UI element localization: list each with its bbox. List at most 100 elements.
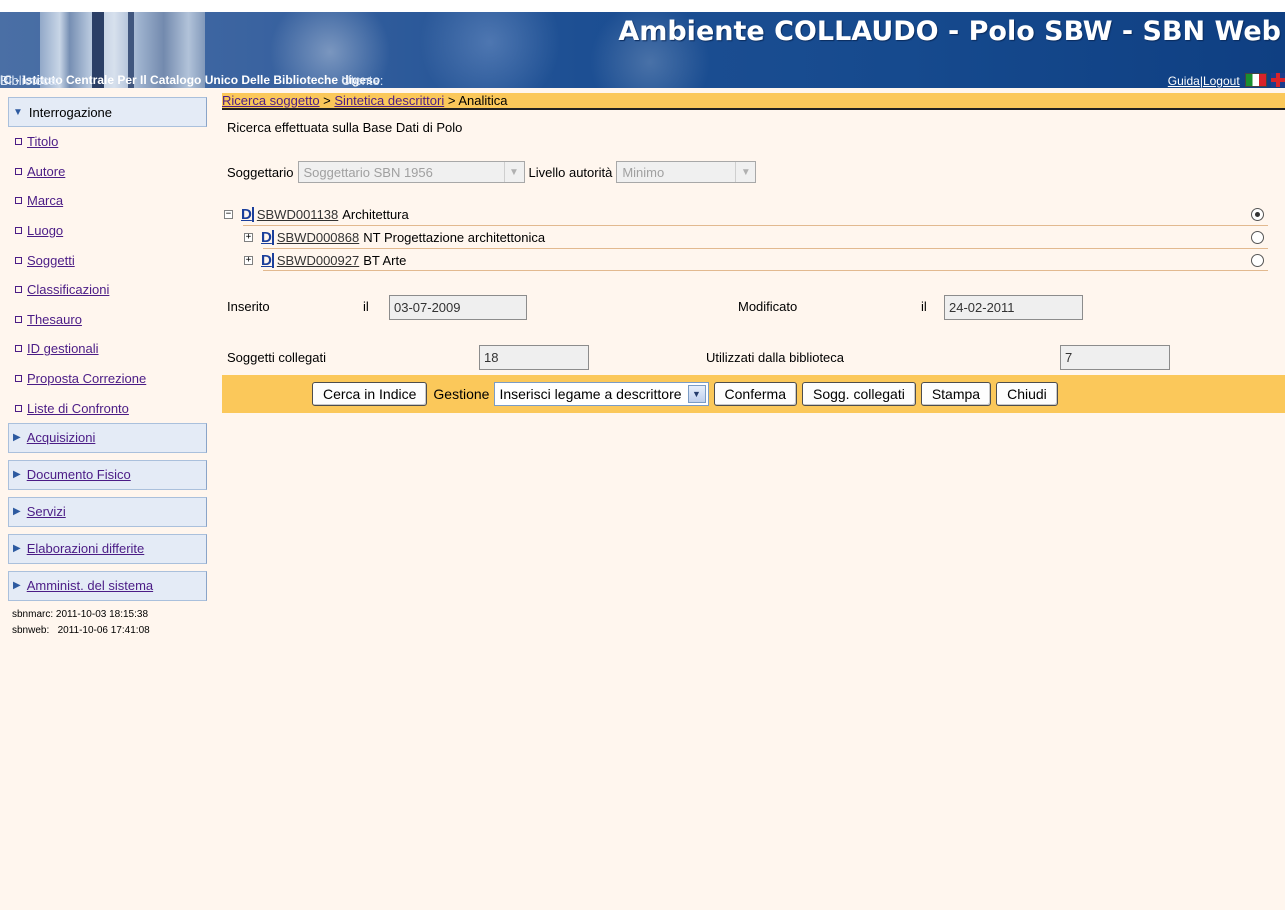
breadcrumb-separator: > [444, 93, 459, 108]
square-bullet-icon [15, 197, 22, 205]
sidebar-item-label[interactable]: ID gestionali [27, 341, 99, 356]
inserito-il-label: il [363, 299, 369, 314]
header-banner: Ambiente COLLAUDO - Polo SBW - SBN Web B… [0, 12, 1285, 88]
stamp-sbnweb: sbnweb: 2011-10-06 17:41:08 [12, 624, 150, 636]
utilizzati-label: Utilizzati dalla biblioteca [706, 350, 845, 365]
soggettario-row: Soggettario Soggettario SBN 1956 ▼ Livel… [227, 161, 760, 183]
tree-row-radio[interactable] [1251, 231, 1264, 244]
soggettario-label: Soggettario [227, 164, 294, 180]
sidebar-section-label: Interrogazione [28, 104, 113, 120]
tree-row-divider [263, 248, 1268, 249]
breadcrumb: Ricerca soggetto > Sintetica descrittori… [222, 93, 1285, 110]
breadcrumb-ricerca-soggetto[interactable]: Ricerca soggetto [222, 93, 320, 108]
sidebar-item-label[interactable]: Soggetti [27, 253, 75, 268]
sidebar-section-label[interactable]: Documento Fisico [27, 467, 131, 482]
livello-autorita-select: Minimo ▼ [616, 161, 757, 183]
tree-row-radio-selected[interactable] [1251, 208, 1264, 221]
sidebar-item-luogo[interactable]: Luogo [0, 216, 207, 246]
sidebar-item-liste-di-confronto[interactable]: Liste di Confronto [0, 393, 207, 423]
square-bullet-icon [15, 227, 22, 235]
breadcrumb-separator: > [319, 93, 335, 108]
square-bullet-icon [15, 138, 22, 146]
session-info: Biblioteca: IC - Istituto Centrale Per I… [0, 73, 384, 88]
sidebar-item-label[interactable]: Luogo [27, 223, 63, 238]
stamp-sbnmarc: sbnmarc: 2011-10-03 18:15:38 [12, 608, 149, 620]
expand-icon[interactable]: + [244, 232, 253, 242]
sidebar-item-label[interactable]: Autore [27, 164, 65, 179]
italian-flag-icon[interactable] [1245, 73, 1267, 87]
triangle-right-icon: ▶ [13, 469, 21, 481]
inserito-field: 03-07-2009 [389, 295, 527, 320]
conferma-button[interactable]: Conferma [713, 382, 797, 406]
collapse-icon[interactable]: − [224, 209, 233, 219]
sidebar-section-elaborazioni-differite[interactable]: ▶ Elaborazioni differite [8, 533, 207, 564]
breadcrumb-current: Analitica [458, 93, 508, 108]
stampa-button[interactable]: Stampa [920, 382, 992, 406]
chevron-down-icon[interactable]: ▼ [687, 385, 706, 403]
descriptor-d-icon[interactable]: D [241, 206, 252, 223]
sidebar-item-label[interactable]: Proposta Correzione [27, 371, 146, 386]
utilizzati-field: 7 [1060, 345, 1170, 370]
tree-row-child-1: + D SBWD000868 NT Progettazione architet… [244, 226, 545, 248]
sidebar-item-label[interactable]: Marca [27, 193, 63, 208]
sidebar-section-interrogazione[interactable]: ▼ Interrogazione [8, 97, 207, 127]
triangle-down-icon: ▼ [13, 106, 23, 118]
square-bullet-icon [15, 404, 22, 412]
guida-link[interactable]: Guida [1168, 74, 1200, 88]
tree-row-radio[interactable] [1251, 254, 1264, 267]
sidebar-section-label[interactable]: Elaborazioni differite [27, 541, 145, 556]
soggettario-value: Soggettario SBN 1956 [303, 164, 433, 180]
sidebar-item-label[interactable]: Liste di Confronto [27, 401, 129, 416]
logout-link[interactable]: Logout [1203, 74, 1240, 88]
livello-autorita-label: Livello autorità [528, 164, 613, 180]
sidebar-section-amminist-del-sistema[interactable]: ▶ Amminist. del sistema [8, 570, 207, 601]
descriptor-bar-icon [271, 252, 274, 268]
sidebar-section-label[interactable]: Acquisizioni [27, 430, 96, 445]
chiudi-button[interactable]: Chiudi [996, 382, 1058, 406]
sidebar-section-label[interactable]: Amminist. del sistema [27, 578, 153, 593]
sidebar-item-label[interactable]: Classificazioni [27, 282, 109, 297]
square-bullet-icon [15, 286, 22, 294]
soggetti-collegati-label: Soggetti collegati [227, 350, 327, 365]
descriptor-d-icon[interactable]: D [261, 229, 272, 246]
sogg-collegati-button[interactable]: Sogg. collegati [801, 382, 916, 406]
triangle-right-icon: ▶ [13, 432, 21, 444]
descriptor-code-link[interactable]: SBWD001138 [257, 207, 338, 222]
soggetti-collegati-field: 18 [479, 345, 589, 370]
utente-label: Utente: [341, 73, 384, 88]
sidebar: ▼ Interrogazione Titolo Autore Marca Luo… [0, 97, 207, 639]
sidebar-section-documento-fisico[interactable]: ▶ Documento Fisico [8, 459, 207, 490]
sidebar-item-marca[interactable]: Marca [0, 186, 207, 216]
expand-icon[interactable]: + [244, 255, 253, 265]
gestione-select[interactable]: Inserisci legame a descrittore ▼ [494, 382, 709, 406]
descriptor-code-link[interactable]: SBWD000927 [277, 253, 359, 268]
sidebar-section-label[interactable]: Servizi [27, 504, 66, 519]
sidebar-item-titolo[interactable]: Titolo [0, 127, 207, 157]
action-bar: Cerca in Indice Gestione Inserisci legam… [222, 375, 1285, 413]
sidebar-item-classificazioni[interactable]: Classificazioni [0, 275, 207, 305]
descriptor-d-icon[interactable]: D [261, 252, 272, 269]
cerca-in-indice-button[interactable]: Cerca in Indice [312, 382, 428, 406]
square-bullet-icon [15, 345, 22, 353]
sidebar-item-id-gestionali[interactable]: ID gestionali [0, 334, 207, 364]
sidebar-item-thesauro[interactable]: Thesauro [0, 305, 207, 335]
sidebar-item-autore[interactable]: Autore [0, 157, 207, 187]
triangle-right-icon: ▶ [13, 506, 21, 518]
descriptor-code-link[interactable]: SBWD000868 [277, 230, 359, 245]
sidebar-section-servizi[interactable]: ▶ Servizi [8, 496, 207, 527]
sidebar-item-proposta-correzione[interactable]: Proposta Correzione [0, 364, 207, 394]
square-bullet-icon [15, 315, 22, 323]
breadcrumb-sintetica-descrittori[interactable]: Sintetica descrittori [334, 93, 444, 108]
sidebar-item-label[interactable]: Thesauro [27, 312, 82, 327]
sidebar-section-acquisizioni[interactable]: ▶ Acquisizioni [8, 422, 207, 453]
sidebar-item-soggetti[interactable]: Soggetti [0, 245, 207, 275]
search-message: Ricerca effettuata sulla Base Dati di Po… [227, 120, 463, 135]
uk-flag-icon[interactable] [1271, 73, 1285, 87]
square-bullet-icon [15, 167, 22, 175]
app-title: Ambiente COLLAUDO - Polo SBW - SBN Web [618, 16, 1281, 47]
version-stamps: sbnmarc: 2011-10-03 18:15:38 sbnweb: 201… [12, 607, 207, 639]
tree-row-divider [263, 270, 1268, 271]
triangle-right-icon: ▶ [13, 580, 21, 592]
sidebar-item-label[interactable]: Titolo [27, 134, 58, 149]
descriptor-text: Architettura [342, 206, 409, 222]
